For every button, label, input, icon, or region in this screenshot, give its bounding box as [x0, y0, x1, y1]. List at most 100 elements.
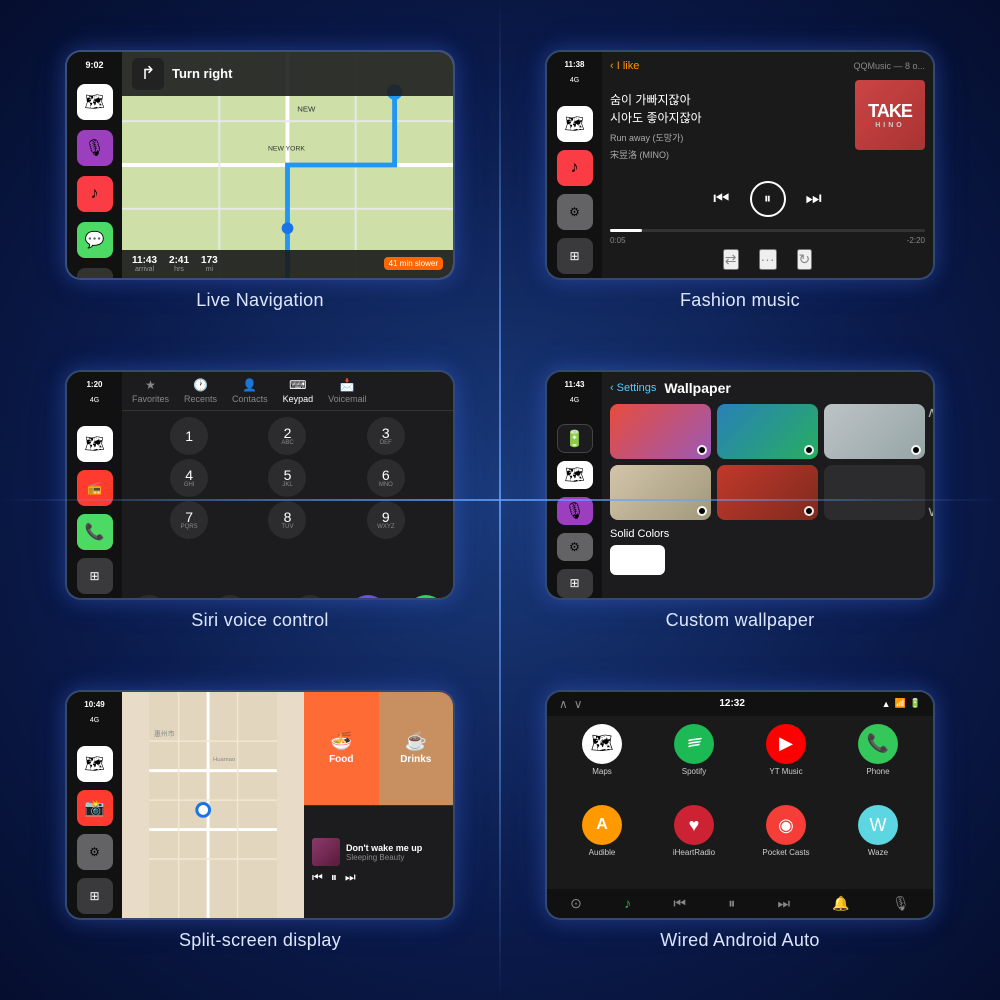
- messages-icon[interactable]: 💬: [77, 222, 113, 258]
- wall-item-0[interactable]: [610, 404, 711, 459]
- music-back-btn[interactable]: ‹ I like: [610, 60, 639, 72]
- music-sidebar: 11:38 4G 🗺 ♪ ⚙ ⊞: [547, 52, 602, 278]
- dial-9[interactable]: 9 WXYZ: [367, 501, 405, 539]
- wall-dot-1: [804, 445, 814, 455]
- split-player-controls: ⏮ ⏸ ⏭: [312, 870, 445, 885]
- siri-label: Siri voice control: [191, 610, 328, 631]
- dial-1[interactable]: 1: [170, 417, 208, 455]
- music-settings-icon[interactable]: ⚙: [557, 194, 593, 230]
- dial-6[interactable]: 6 MNO: [367, 459, 405, 497]
- wall-sidebar: 11:43 4G 🔋 🗺 🎙 ⚙ ⊞: [547, 372, 602, 598]
- wall-podcast-icon[interactable]: 🎙: [557, 497, 593, 525]
- settings-back[interactable]: ‹ Settings: [610, 382, 656, 394]
- tab-recents[interactable]: 🕐 Recents: [184, 378, 217, 404]
- play-pause-btn[interactable]: ⏸: [750, 181, 786, 217]
- music-extra-controls: ⇄ ··· ↻: [610, 249, 925, 270]
- wall-item-2[interactable]: [824, 404, 925, 459]
- android-next-icon[interactable]: ⏭: [777, 895, 790, 912]
- music-carrier: 4G: [570, 77, 579, 84]
- wall-grid-icon[interactable]: ⊞: [557, 569, 593, 597]
- android-spotify-icon[interactable]: ♪: [624, 895, 631, 911]
- wall-item-5[interactable]: [824, 465, 925, 520]
- dial-5[interactable]: 5 JKL: [268, 459, 306, 497]
- scroll-down-arrow[interactable]: ∨: [574, 697, 583, 711]
- color-black[interactable]: [671, 545, 726, 575]
- android-pause-icon[interactable]: ⏸: [728, 895, 735, 912]
- app-spotify[interactable]: Spotify: [651, 724, 737, 800]
- siri-maps-icon[interactable]: 🗺: [77, 426, 113, 462]
- split-grid-icon[interactable]: ⊞: [77, 878, 113, 914]
- split-song-title: Don't wake me up: [346, 843, 422, 853]
- music-grid-icon[interactable]: ⊞: [557, 238, 593, 274]
- tab-keypad[interactable]: ⌨ Keypad: [283, 378, 314, 404]
- prev-btn[interactable]: ⏮: [713, 188, 729, 209]
- android-apps-grid: 🗺 Maps Spotify ▶ YT Music 📞: [547, 716, 933, 889]
- waze-app-icon: W: [858, 805, 898, 845]
- shuffle-btn[interactable]: ⇄: [723, 249, 739, 270]
- split-drinks[interactable]: ☕ Drinks: [379, 692, 453, 805]
- android-mic-icon[interactable]: 🎙: [892, 895, 910, 912]
- app-maps[interactable]: 🗺 Maps: [559, 724, 645, 800]
- split-food[interactable]: 🍜 Food: [304, 692, 378, 805]
- tab-voicemail[interactable]: 📩 Voicemail: [328, 378, 367, 404]
- spotify-app-name: Spotify: [682, 767, 706, 776]
- music-maps-icon[interactable]: 🗺: [557, 106, 593, 142]
- split-maps-icon[interactable]: 🗺: [77, 746, 113, 782]
- scroll-up-icon[interactable]: ∧: [927, 404, 935, 421]
- split-music-info-row: Don't wake me up Sleeping Beauty: [312, 838, 445, 866]
- app-audible[interactable]: A Audible: [559, 805, 645, 881]
- pocketcasts-app-icon: ◉: [766, 805, 806, 845]
- wall-maps-icon[interactable]: 🗺: [557, 461, 593, 489]
- grid-icon[interactable]: ⊞: [77, 268, 113, 280]
- color-white[interactable]: [610, 545, 665, 575]
- phone-app-icon: 📞: [858, 724, 898, 764]
- app-waze[interactable]: W Waze: [835, 805, 921, 881]
- more-btn[interactable]: ···: [759, 249, 777, 270]
- dial-7[interactable]: 7 PQRS: [170, 501, 208, 539]
- app-phone[interactable]: 📞 Phone: [835, 724, 921, 800]
- split-prev-btn[interactable]: ⏮: [312, 870, 323, 885]
- split-next-btn[interactable]: ⏭: [345, 870, 356, 885]
- music-music-icon[interactable]: ♪: [557, 150, 593, 186]
- wall-item-3[interactable]: [610, 465, 711, 520]
- dial-8[interactable]: 8 TUV: [268, 501, 306, 539]
- scroll-down-icon[interactable]: ∨: [927, 503, 935, 520]
- tab-favorites[interactable]: ★ Favorites: [132, 378, 169, 404]
- cell-split: 10:49 4G 🗺 📸 ⚙ ⊞: [20, 660, 500, 980]
- split-insta-icon[interactable]: 📸: [77, 790, 113, 826]
- solid-colors-section: Solid Colors: [610, 528, 925, 575]
- siri-phone-icon[interactable]: 📞: [77, 514, 113, 550]
- dial-hash[interactable]: #: [291, 595, 329, 600]
- repeat-btn[interactable]: ↻: [797, 249, 813, 270]
- next-btn[interactable]: ⏭: [806, 188, 822, 209]
- split-play-btn[interactable]: ⏸: [331, 870, 337, 885]
- android-status-icons: ▲ 📶 🔋: [882, 698, 921, 709]
- wall-item-4[interactable]: [717, 465, 818, 520]
- app-ytmusic[interactable]: ▶ YT Music: [743, 724, 829, 800]
- android-home-icon[interactable]: ⊙: [570, 895, 582, 912]
- podcast-icon[interactable]: 🎙: [77, 130, 113, 166]
- siri-button[interactable]: 🎙: [349, 595, 387, 600]
- app-iheartradio[interactable]: ♥ iHeartRadio: [651, 805, 737, 881]
- dial-3[interactable]: 3 DEF: [367, 417, 405, 455]
- android-prev-icon[interactable]: ⏮: [673, 895, 686, 912]
- scroll-up-arrow[interactable]: ∧: [559, 697, 568, 711]
- wall-item-1[interactable]: [717, 404, 818, 459]
- dial-0[interactable]: 0 +: [211, 595, 249, 600]
- split-settings-icon[interactable]: ⚙: [77, 834, 113, 870]
- app-pocketcasts[interactable]: ◉ Pocket Casts: [743, 805, 829, 881]
- android-bell-icon[interactable]: 🔔: [832, 895, 849, 912]
- nav-arrow: ↱: [132, 58, 164, 90]
- tab-contacts[interactable]: 👤 Contacts: [232, 378, 268, 404]
- dial-4[interactable]: 4 GHI: [170, 459, 208, 497]
- music-icon[interactable]: ♪: [77, 176, 113, 212]
- call-button[interactable]: 📞: [407, 595, 445, 600]
- split-song-artist: Sleeping Beauty: [346, 853, 422, 862]
- siri-grid-icon[interactable]: ⊞: [77, 558, 113, 594]
- dial-2[interactable]: 2 ABC: [268, 417, 306, 455]
- wall-carrier: 4G: [570, 397, 579, 404]
- pocketcasts-app-name: Pocket Casts: [762, 848, 809, 857]
- maps-icon[interactable]: 🗺: [77, 84, 113, 120]
- dial-star[interactable]: *: [130, 595, 168, 600]
- wall-settings-icon[interactable]: ⚙: [557, 533, 593, 561]
